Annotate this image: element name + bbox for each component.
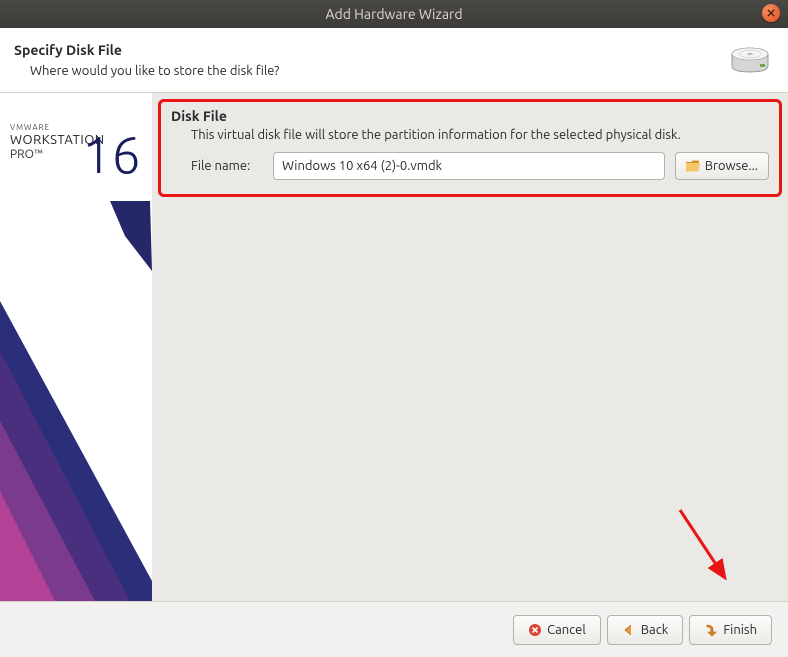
finish-label: Finish [723,623,757,637]
browse-button[interactable]: Browse... [675,152,769,180]
main-panel: Disk File This virtual disk file will st… [152,93,788,601]
cancel-button[interactable]: Cancel [513,615,601,645]
filename-label: File name: [191,159,263,173]
back-button[interactable]: Back [607,615,684,645]
finish-button[interactable]: Finish [689,615,772,645]
finish-icon [704,623,718,637]
wizard-header: Specify Disk File Where would you like t… [0,28,788,93]
section-title: Disk File [171,108,769,124]
hard-disk-icon [730,42,770,78]
page-title: Specify Disk File [14,42,279,58]
cancel-label: Cancel [547,623,586,637]
section-description: This virtual disk file will store the pa… [171,128,769,142]
filename-row: File name: Browse... [171,152,769,180]
folder-icon [686,160,700,172]
window-title: Add Hardware Wizard [325,6,462,22]
page-subtitle: Where would you like to store the disk f… [14,64,279,78]
window-close-button[interactable] [762,4,780,22]
disk-file-section: Disk File This virtual disk file will st… [158,99,782,197]
sidebar: VMWARE WORKSTATION PRO™ 16 [0,93,152,601]
cancel-icon [528,623,542,637]
back-label: Back [641,623,669,637]
back-icon [622,623,636,637]
sidebar-graphic [0,201,152,601]
logo-version: 16 [82,128,141,180]
filename-input[interactable] [273,152,665,180]
titlebar: Add Hardware Wizard [0,0,788,28]
browse-label: Browse... [705,159,758,173]
header-text: Specify Disk File Where would you like t… [14,42,279,78]
content-area: VMWARE WORKSTATION PRO™ 16 Disk File Thi… [0,93,788,601]
wizard-footer: Cancel Back Finish [0,601,788,657]
